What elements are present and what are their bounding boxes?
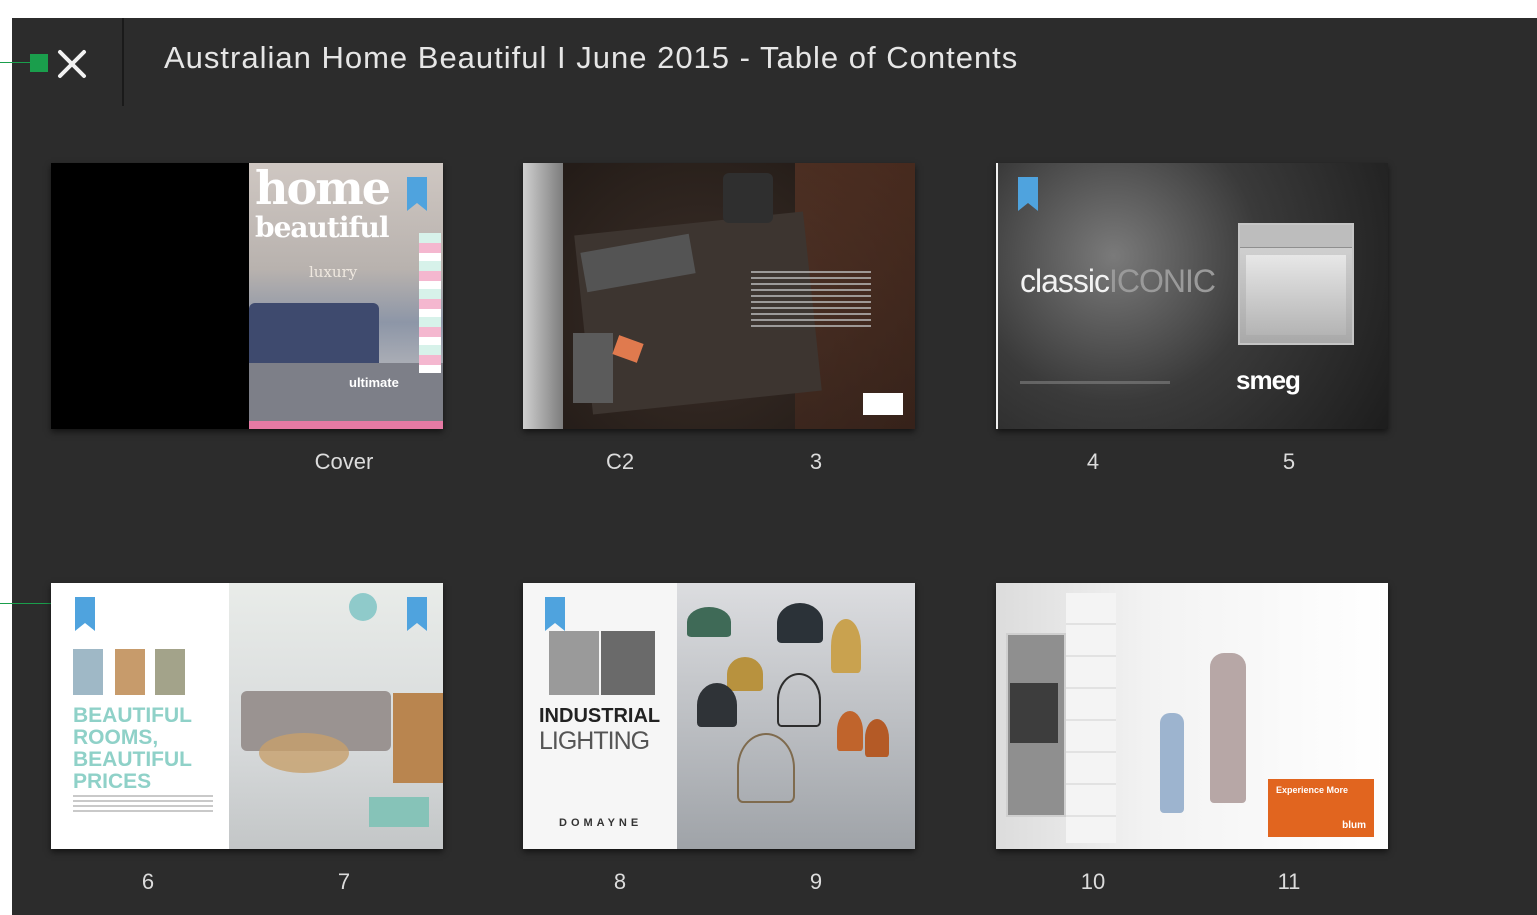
wall [523,163,563,429]
page-label: C2 [605,449,635,474]
smeg-logo: smeg [1236,365,1301,395]
body-text [73,795,213,815]
blum-logo: blum [1342,820,1366,831]
oven-image [1238,223,1354,345]
brand-logo [863,393,903,415]
headline: BEAUTIFUL ROOMS, BEAUTIFUL PRICES [73,704,192,793]
thumb-image [73,649,103,695]
cover-pink-strip [249,421,443,429]
spread-6-7[interactable]: BEAUTIFUL ROOMS, BEAUTIFUL PRICES [51,583,443,849]
ad-text: Experience More [1276,785,1349,795]
thumb-image [115,649,145,695]
girl-figure [1160,713,1184,813]
page-label: 5 [1282,449,1296,474]
blank-page [51,163,249,429]
oven-door [1010,683,1058,743]
annotation-line [0,603,52,604]
cover-brand-2: beautiful [255,211,390,244]
spread-10-11[interactable]: Experience More blum [996,583,1388,849]
page-label: 11 [1277,869,1301,894]
cover-page: home beautiful luxury ultimate [249,163,443,429]
page-edge [996,163,998,429]
bookmark-icon[interactable] [1018,177,1038,211]
annotation-marker [30,54,48,72]
pendant-lamp [777,603,823,643]
cover-brand: home [255,163,391,215]
spread-8-9[interactable]: INDUSTRIAL LIGHTING DOMAYNE [523,583,915,849]
page-label: 7 [337,869,351,894]
page-label: 8 [613,869,627,894]
lamp-image [601,631,655,695]
spread-cover[interactable]: home beautiful luxury ultimate [51,163,443,429]
cover-lux: luxury [309,263,358,281]
right-page [677,583,915,849]
cover-bottom-area [249,363,443,429]
close-button[interactable] [52,44,92,84]
classic-iconic-text: classicICONIC [1020,263,1216,299]
pendant-lamp [697,683,737,727]
pendant-lamp [837,711,863,751]
brand-sign [369,797,429,827]
cover-side-strip [419,233,441,373]
industrial-heading: INDUSTRIAL [539,705,661,727]
pendant-lamp [831,619,861,673]
pendant-lamp [737,733,795,803]
armchair [723,173,773,223]
page-label: Cover [314,449,374,474]
page-label: 4 [1086,449,1100,474]
close-icon [58,50,86,78]
bookmark-icon[interactable] [407,177,427,211]
woman-figure [1210,653,1246,803]
bookmark-icon[interactable] [407,597,427,631]
header-divider [122,18,124,106]
text-block [751,271,871,331]
page-label: 3 [809,449,823,474]
brand-logo: DOMAYNE [559,817,643,829]
coffee-table [259,733,349,773]
pendant-lamp [687,607,731,637]
oven-panel [1240,225,1352,248]
oven-window [1246,255,1346,335]
thumb-image [155,649,185,695]
ad-box: Experience More blum [1268,779,1374,837]
pendant-lamp [727,657,763,691]
page-label: 6 [141,869,155,894]
cover-tag: ultimate [349,375,399,390]
annotation-line [0,62,30,63]
lamp [349,593,377,621]
bookmark-icon[interactable] [75,597,95,631]
lighting-heading: LIGHTING [539,727,650,755]
pendant-lamp [777,673,821,727]
pendant-lamp [865,719,889,757]
sofa-2 [573,333,613,403]
page-label: 9 [809,869,823,894]
spread-c2-3[interactable] [523,163,915,429]
page-label: 10 [1080,869,1106,894]
cabinet [393,693,443,783]
text-line [1020,381,1170,384]
spread-4-5[interactable]: classicICONIC smeg [996,163,1388,429]
chair-image [549,631,599,695]
bookmark-icon[interactable] [545,597,565,631]
page-title: Australian Home Beautiful I June 2015 - … [164,40,1019,75]
pantry-shelves [1066,593,1116,843]
